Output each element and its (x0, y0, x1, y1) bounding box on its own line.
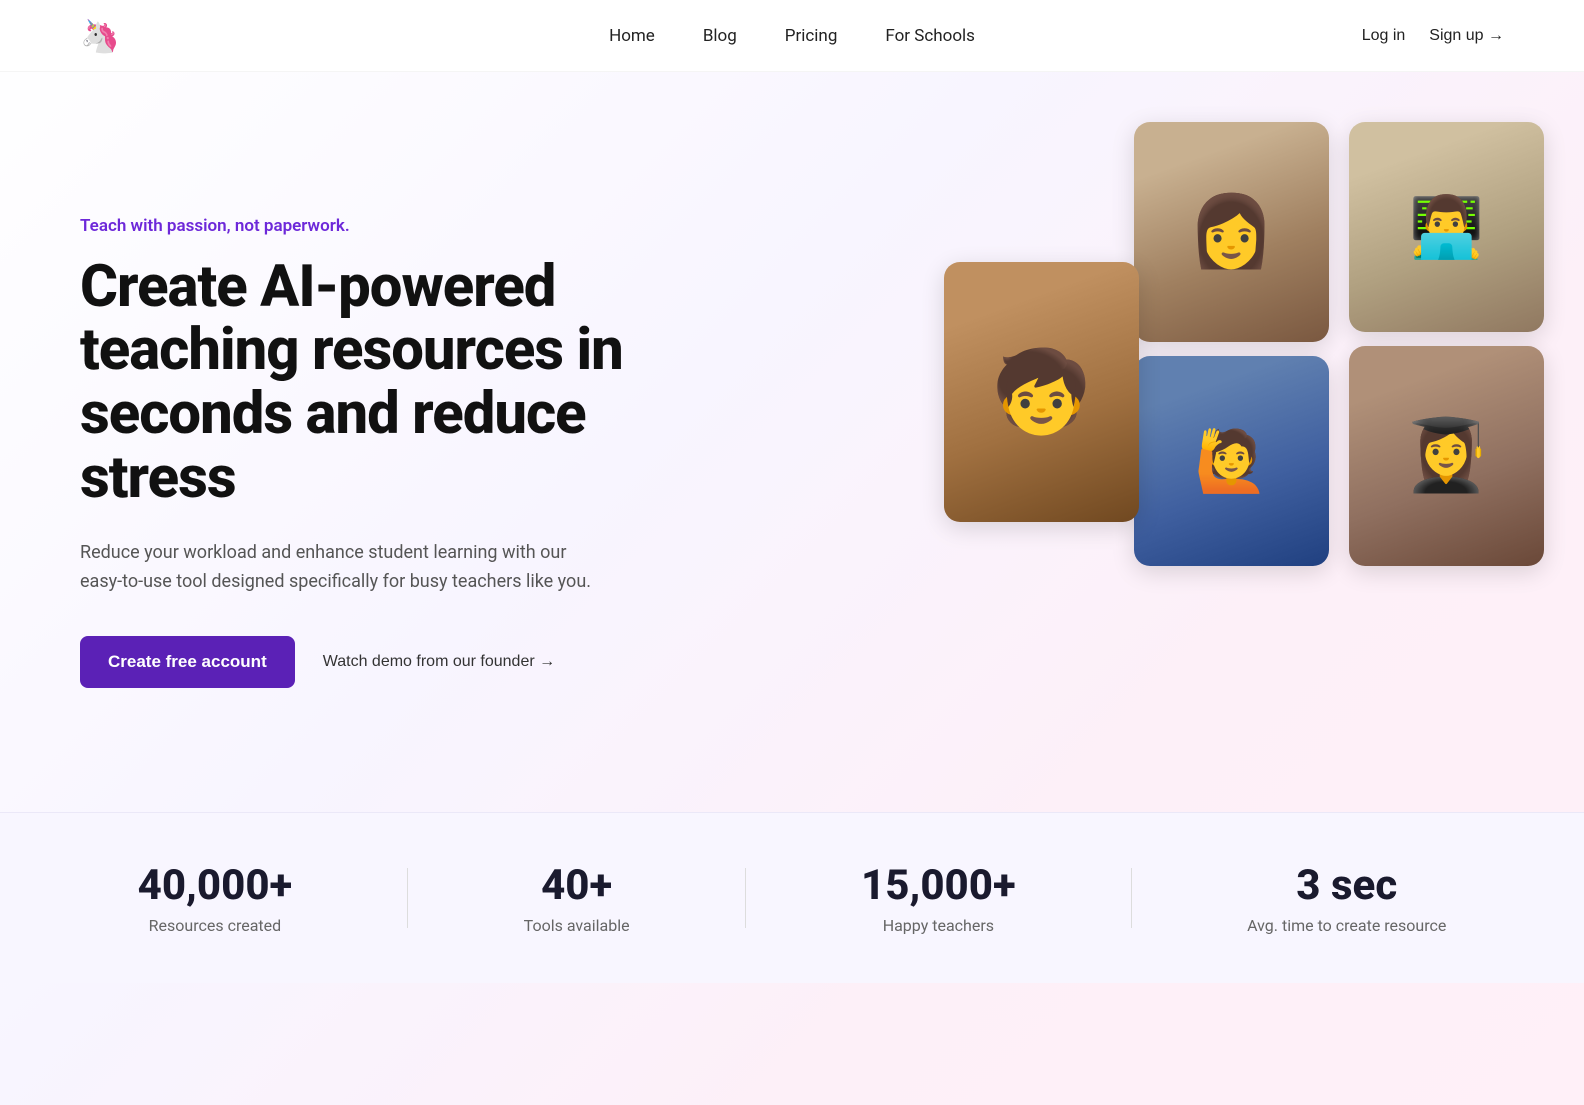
nav-actions: Log in Sign up → (1362, 27, 1504, 45)
logo-icon: 🦄 (80, 20, 120, 52)
photo-child-writing (944, 262, 1139, 522)
stat-time-number: 3 sec (1247, 861, 1446, 910)
stat-divider-3 (1131, 868, 1132, 928)
login-button[interactable]: Log in (1362, 27, 1406, 45)
hero-section: Teach with passion, not paperwork. Creat… (0, 72, 1584, 812)
photo-woman-laptop (1134, 122, 1329, 342)
stat-time-label: Avg. time to create resource (1247, 916, 1446, 935)
stat-tools: 40+ Tools available (524, 861, 630, 935)
stat-time: 3 sec Avg. time to create resource (1247, 861, 1446, 935)
hero-title: Create AI-powered teaching resources in … (80, 256, 680, 511)
photo-person-notes (1349, 122, 1544, 332)
stat-divider-2 (745, 868, 746, 928)
image-column-left (1134, 122, 1329, 566)
photo-classroom (1134, 356, 1329, 566)
image-column-right (1349, 122, 1544, 566)
nav-links: Home Blog Pricing For Schools (609, 26, 975, 46)
hero-description: Reduce your workload and enhance student… (80, 539, 600, 597)
stat-divider-1 (407, 868, 408, 928)
stat-resources: 40,000+ Resources created (138, 861, 293, 935)
stat-teachers-label: Happy teachers (861, 916, 1016, 935)
stat-tools-label: Tools available (524, 916, 630, 935)
stat-resources-label: Resources created (138, 916, 293, 935)
nav-home[interactable]: Home (609, 26, 655, 46)
photo-student-reading (1349, 346, 1544, 566)
signup-button[interactable]: Sign up → (1429, 27, 1504, 45)
stat-tools-number: 40+ (524, 861, 630, 910)
nav-for-schools[interactable]: For Schools (885, 26, 975, 46)
hero-tagline: Teach with passion, not paperwork. (80, 216, 680, 236)
hero-content: Teach with passion, not paperwork. Creat… (80, 216, 680, 689)
hero-actions: Create free account Watch demo from our … (80, 636, 680, 688)
create-account-button[interactable]: Create free account (80, 636, 295, 688)
photo-child-container (944, 262, 1139, 522)
logo[interactable]: 🦄 (80, 20, 120, 52)
nav-blog[interactable]: Blog (703, 26, 737, 46)
stats-section: 40,000+ Resources created 40+ Tools avai… (0, 812, 1584, 983)
navbar: 🦄 Home Blog Pricing For Schools Log in S… (0, 0, 1584, 72)
hero-images (1024, 122, 1544, 782)
stat-teachers: 15,000+ Happy teachers (861, 861, 1016, 935)
stat-resources-number: 40,000+ (138, 861, 293, 910)
stat-teachers-number: 15,000+ (861, 861, 1016, 910)
nav-pricing[interactable]: Pricing (785, 26, 838, 46)
watch-demo-button[interactable]: Watch demo from our founder → (323, 653, 555, 671)
